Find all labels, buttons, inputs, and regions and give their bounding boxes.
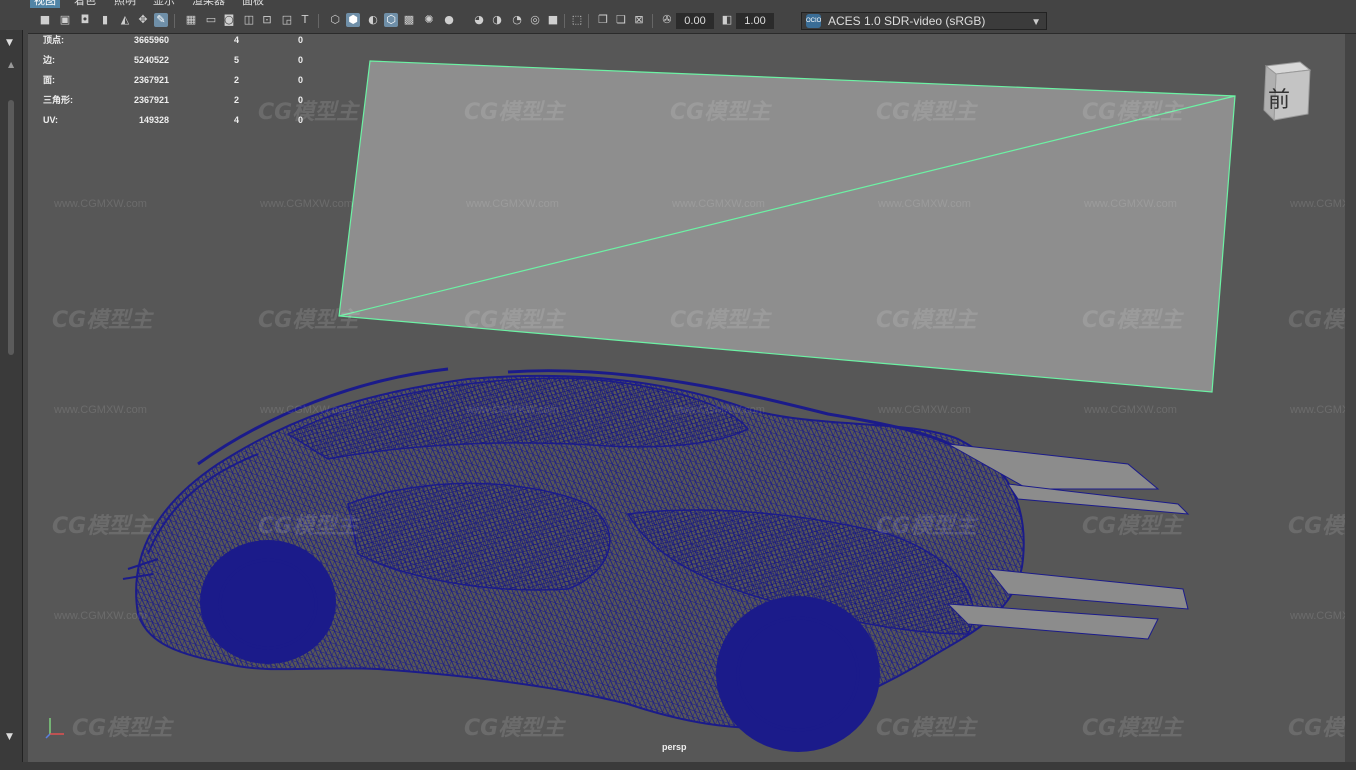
separator <box>588 14 589 28</box>
exposure-icon[interactable]: ✇ <box>660 13 674 27</box>
grid-icon[interactable]: ▦ <box>184 13 198 27</box>
camera-attributes-icon[interactable]: ◘ <box>78 13 92 27</box>
front-wheel-rim <box>218 558 318 650</box>
persp-viewport[interactable]: CG模型主 CG模型主 CG模型主 CG模型主 CG模型主 CG模型主 CG模型… <box>28 34 1345 762</box>
menu-shading[interactable]: 着色 <box>70 0 100 8</box>
ocio-icon[interactable]: OCIO <box>806 14 821 28</box>
panel-left-scrollbar[interactable]: ▼ ▲ ▼ <box>0 30 23 770</box>
camera-lock-icon[interactable]: ▣ <box>58 13 72 27</box>
default-material-icon[interactable]: ◐ <box>366 13 380 27</box>
anti-aliasing-icon[interactable]: ◔ <box>510 13 524 27</box>
bookmark-icon[interactable]: ▮ <box>98 13 112 27</box>
gamma-field[interactable]: 1.00 <box>736 13 774 29</box>
select-camera-icon[interactable]: ■ <box>38 13 52 27</box>
resolution-gate-icon[interactable]: ◙ <box>222 13 236 27</box>
separator <box>652 14 653 28</box>
xray-icon[interactable]: ⬚ <box>570 13 584 27</box>
light-icon[interactable]: ✺ <box>422 13 436 27</box>
rear-fin-lower-b <box>946 603 1159 640</box>
image-plane-icon[interactable]: ◭ <box>118 13 132 27</box>
gate-mask-icon[interactable]: ◫ <box>242 13 256 27</box>
view-cube-front-label[interactable]: 前 <box>1268 82 1290 114</box>
right-edge <box>1345 34 1356 762</box>
separator <box>318 14 319 28</box>
exposure-field[interactable]: 0.00 <box>676 13 714 29</box>
scroll-up-arrow-icon[interactable]: ▲ <box>8 60 14 69</box>
gamma-icon[interactable]: ◧ <box>720 13 734 27</box>
isolate-icon[interactable]: ■ <box>546 13 560 27</box>
menu-lighting[interactable]: 照明 <box>110 0 140 8</box>
scroll-up-icon[interactable]: ▼ <box>6 38 13 48</box>
panel-toolbar: ■ ▣ ◘ ▮ ◭ ✥ ✎ ▦ ▭ ◙ ◫ ⊡ ◲ T ⬡ ⬢ ◐ ⬡ ▩ ✺ … <box>28 8 1356 34</box>
menu-panels[interactable]: 面板 <box>238 0 268 8</box>
xray-active-icon[interactable]: ❏ <box>614 13 628 27</box>
axis-gizmo <box>45 718 64 739</box>
motion-blur-icon[interactable]: ◑ <box>490 13 504 27</box>
wireframe-icon[interactable]: ⬡ <box>328 13 342 27</box>
separator <box>564 14 565 28</box>
bottom-edge <box>22 762 1356 770</box>
colorspace-dropdown[interactable]: OCIO ACES 1.0 SDR-video (sRGB) ▼ <box>801 12 1047 30</box>
car-wireframe <box>122 367 1190 752</box>
chevron-down-icon: ▼ <box>1031 17 1041 28</box>
camera-name-label: persp <box>662 742 687 752</box>
depth-of-field-icon[interactable]: ◎ <box>528 13 542 27</box>
colorspace-value: ACES 1.0 SDR-video (sRGB) <box>828 14 986 28</box>
grease-pencil-icon[interactable]: ✎ <box>154 13 168 27</box>
menu-view[interactable]: 视图 <box>30 0 60 8</box>
rear-fin-lower-a <box>986 568 1189 610</box>
rear-wheel-rim <box>736 616 860 732</box>
screen-space-ao-icon[interactable]: ◕ <box>472 13 486 27</box>
shadow-icon[interactable]: ● <box>442 13 456 27</box>
wireframe-on-shaded-icon[interactable]: ⬡ <box>384 13 398 27</box>
smooth-shade-icon[interactable]: ⬢ <box>346 13 360 27</box>
safe-action-icon[interactable]: ◲ <box>280 13 294 27</box>
xray-joints-icon[interactable]: ❐ <box>596 13 610 27</box>
scrollbar-thumb[interactable] <box>8 100 14 355</box>
scene-canvas[interactable] <box>28 34 1345 762</box>
separator <box>174 14 175 28</box>
safe-title-icon[interactable]: T <box>298 13 312 27</box>
texture-icon[interactable]: ▩ <box>402 13 416 27</box>
isolate-select-icon[interactable]: ⊠ <box>632 13 646 27</box>
film-gate-icon[interactable]: ▭ <box>204 13 218 27</box>
2d-pan-zoom-icon[interactable]: ✥ <box>136 13 150 27</box>
menu-renderer[interactable]: 渲染器 <box>188 0 229 8</box>
field-chart-icon[interactable]: ⊡ <box>260 13 274 27</box>
scroll-down-icon[interactable]: ▼ <box>6 732 13 742</box>
panel-menubar: 视图 着色 照明 显示 渲染器 面板 <box>28 0 1356 8</box>
menu-show[interactable]: 显示 <box>149 0 179 8</box>
image-plane <box>338 60 1236 393</box>
view-cube[interactable]: 前 <box>1256 60 1314 122</box>
